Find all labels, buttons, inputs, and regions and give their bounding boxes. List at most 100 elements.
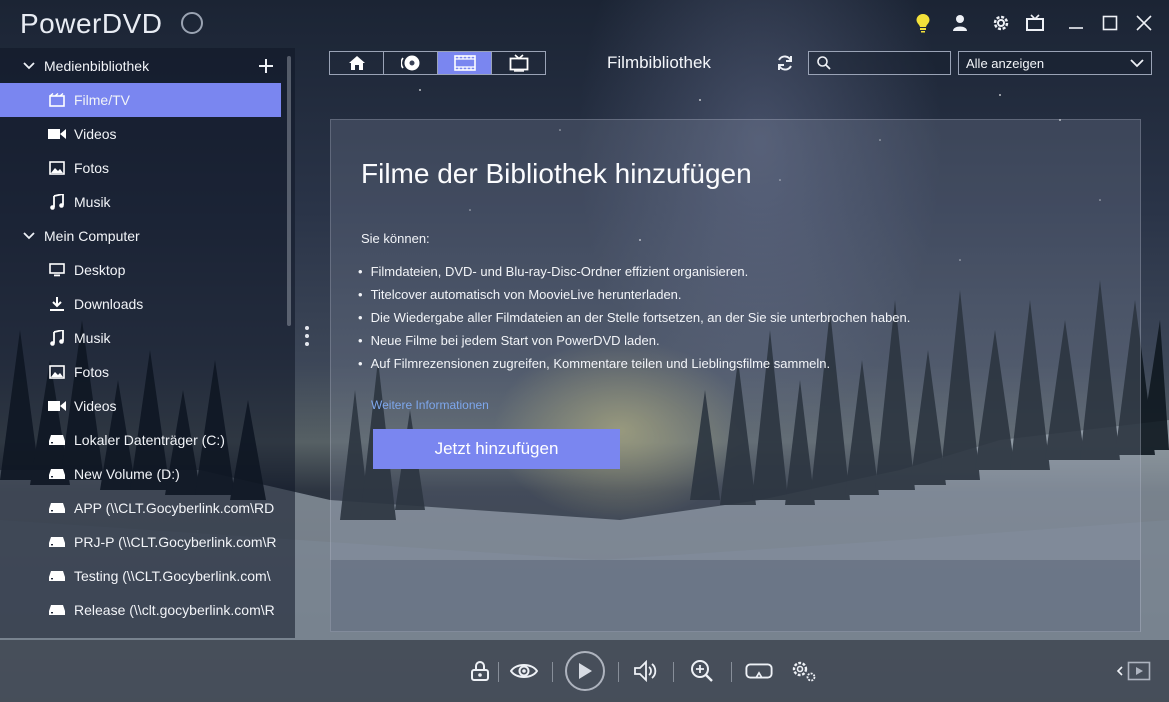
panel-heading: Filme der Bibliothek hinzufügen [361,158,752,189]
sidebar-item-drive-d[interactable]: New Volume (D:) [0,457,281,491]
sidebar-item-label: PRJ-P (\\CLT.Gocyberlink.com\R [74,534,277,550]
filter-dropdown[interactable]: Alle anzeigen [958,51,1152,75]
divider [618,662,619,682]
photo-icon [48,364,66,380]
drive-icon [48,432,66,448]
tv-icon [509,54,528,72]
divider [731,662,732,682]
list-item: Titelcover automatisch von MoovieLive he… [358,286,910,309]
sidebar-group-label: Mein Computer [44,228,140,244]
play-icon [579,663,592,679]
photo-icon [48,160,66,176]
volume-icon[interactable] [632,657,660,685]
divider [498,662,499,682]
feature-list: Filmdateien, DVD- und Blu-ray-Disc-Ordne… [358,263,911,378]
sidebar-item-drive-c[interactable]: Lokaler Datenträger (C:) [0,423,281,457]
list-item: Auf Filmrezensionen zugreifen, Kommentar… [358,355,910,378]
user-icon[interactable] [949,12,971,34]
sidebar-item-label: Filme/TV [74,92,130,108]
disc-icon [400,55,419,71]
list-item: Filmdateien, DVD- und Blu-ray-Disc-Ordne… [358,263,910,286]
sidebar-item-label: Videos [74,398,117,414]
sidebar-item-videos-computer[interactable]: Videos [0,389,281,423]
sidebar-item-label: Downloads [74,296,144,312]
video-camera-icon [48,126,66,142]
sidebar-item-label: New Volume (D:) [74,466,180,482]
empty-library-panel: Filme der Bibliothek hinzufügen Sie könn… [330,119,1141,632]
tv-mode-icon[interactable] [1024,12,1046,34]
download-icon [48,296,66,312]
sidebar-item-label: Lokaler Datenträger (C:) [74,432,225,448]
player-controls-bar [0,640,1169,702]
zoom-icon[interactable] [688,657,716,685]
sidebar-item-label: Musik [74,330,111,346]
sidebar-item-fotos-computer[interactable]: Fotos [0,355,281,389]
sidebar-item-downloads[interactable]: Downloads [0,287,281,321]
drive-icon [48,466,66,482]
list-item: Die Wiedergabe aller Filmdateien an der … [358,309,911,332]
search-icon [817,56,831,70]
sidebar-item-label: Fotos [74,160,110,176]
sidebar-item-label: Testing (\\CLT.Gocyberlink.com\ [74,568,271,584]
maximize-icon[interactable] [1099,12,1121,34]
sidebar-item-label: Release (\\clt.gocyberlink.com\R [74,602,275,618]
sidebar-item-musik[interactable]: Musik [0,185,281,219]
lock-icon[interactable] [466,657,494,685]
network-drive-icon [48,500,66,516]
sidebar-item-label: Fotos [74,364,110,380]
panel-intro: Sie können: [361,231,430,246]
home-icon [348,56,365,70]
add-icon[interactable] [256,56,276,76]
chevron-down-icon [1130,59,1144,68]
sidebar-item-network-release[interactable]: Release (\\clt.gocyberlink.com\R [0,593,281,627]
sidebar-item-musik-computer[interactable]: Musik [0,321,281,355]
video-camera-icon [48,398,66,414]
sidebar-item-fotos[interactable]: Fotos [0,151,281,185]
add-now-button[interactable]: Jetzt hinzufügen [373,429,620,469]
search-input[interactable] [837,55,947,71]
movie-icon [48,92,66,108]
sidebar-group-label: Medienbibliothek [44,58,150,74]
settings-icon[interactable] [990,12,1012,34]
network-drive-icon [48,568,66,584]
sidebar-item-desktop[interactable]: Desktop [0,253,281,287]
sidebar-group-mein-computer[interactable]: Mein Computer [0,219,281,253]
page-title: Filmbibliothek [607,53,711,72]
search-box [808,51,951,75]
tab-tv[interactable] [492,52,545,74]
play-button[interactable] [565,651,605,691]
sidebar-item-label: Musik [74,194,111,210]
mini-player-icon[interactable] [1125,657,1153,685]
chevron-down-icon [23,62,35,70]
network-drive-icon [48,534,66,550]
sidebar-resize-handle[interactable] [305,326,311,352]
tab-disc[interactable] [384,52,438,74]
app-title: PowerDVD [20,8,163,39]
monitor-icon [48,262,66,278]
sidebar-scrollbar[interactable] [287,56,291,326]
sidebar-item-label: Desktop [74,262,126,278]
sidebar-item-label: Videos [74,126,117,142]
eye-icon[interactable] [510,657,538,685]
tab-home[interactable] [330,52,384,74]
refresh-icon[interactable] [775,53,795,73]
divider [552,662,553,682]
sidebar-item-network-app[interactable]: APP (\\CLT.Gocyberlink.com\RD [0,491,281,525]
close-icon[interactable] [1133,12,1155,34]
sidebar-group-medienbibliothek[interactable]: Medienbibliothek [0,49,281,83]
sidebar-item-filme-tv[interactable]: Filme/TV [0,83,281,117]
list-item: Neue Filme bei jedem Start von PowerDVD … [358,332,910,355]
sidebar-item-network-testing[interactable]: Testing (\\CLT.Gocyberlink.com\ [0,559,281,593]
tab-movies[interactable] [438,52,492,74]
advanced-settings-icon[interactable] [790,657,818,685]
sidebar-item-videos[interactable]: Videos [0,117,281,151]
chevron-down-icon [23,232,35,240]
vr-headset-icon[interactable] [745,657,773,685]
film-strip-icon [453,55,476,71]
lightbulb-icon[interactable] [912,12,934,34]
minimize-icon[interactable] [1065,12,1087,34]
more-info-link[interactable]: Weitere Informationen [371,398,489,412]
network-drive-icon [48,602,66,618]
sidebar-item-network-prj[interactable]: PRJ-P (\\CLT.Gocyberlink.com\R [0,525,281,559]
notification-icon[interactable] [181,12,203,34]
